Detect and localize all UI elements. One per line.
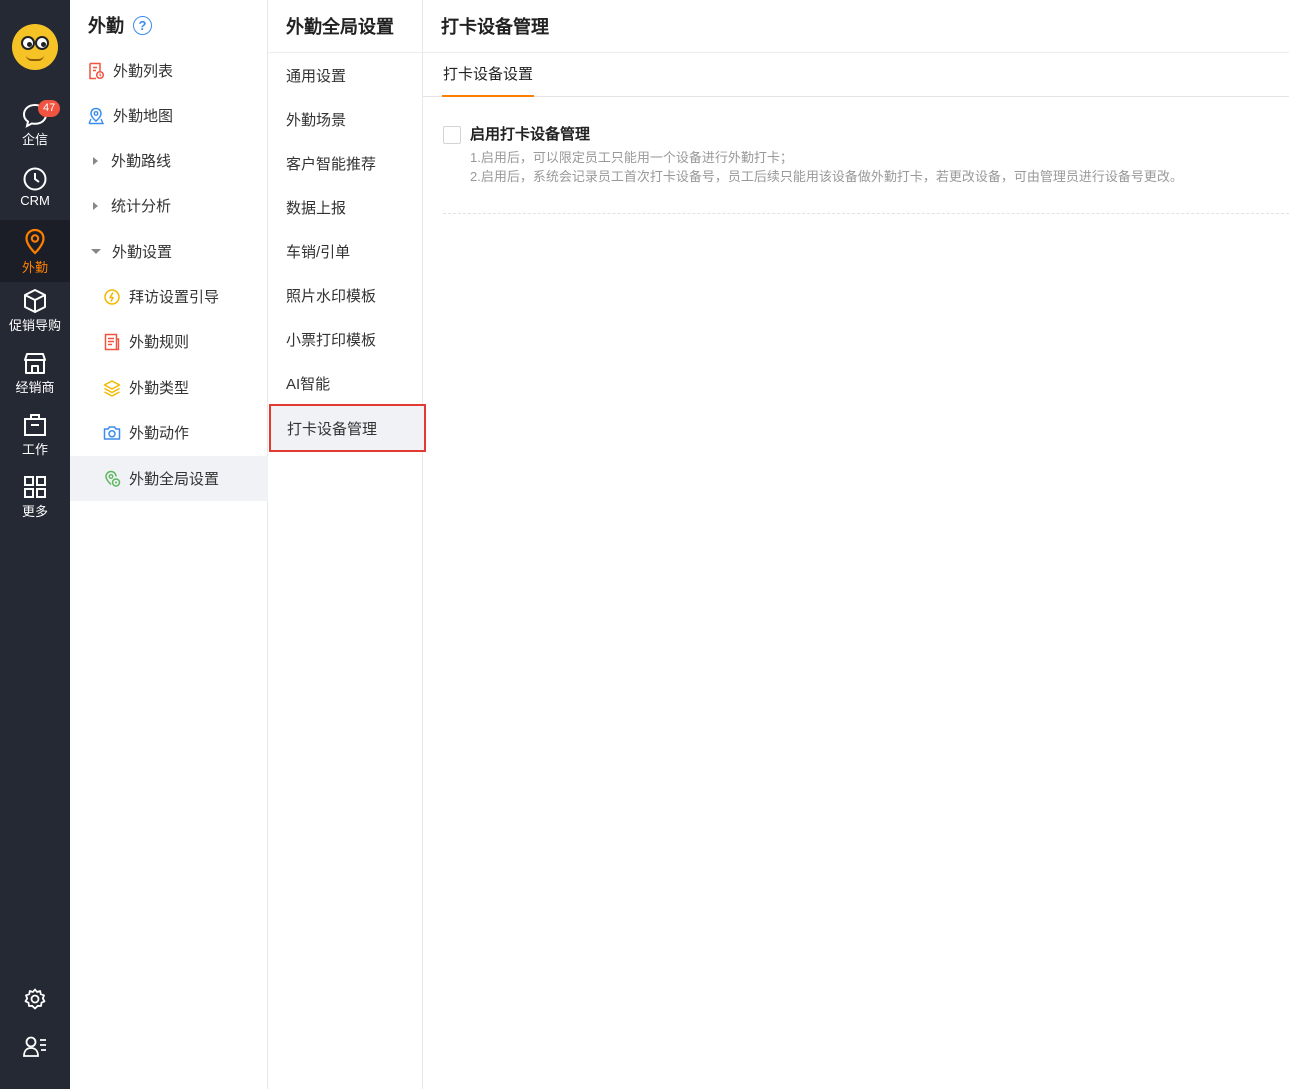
grid-icon: [0, 474, 70, 500]
store-icon: [0, 350, 70, 376]
nav-item-waiqin-route[interactable]: 外勤路线: [70, 138, 268, 183]
nav-item-label: 外勤规则: [129, 334, 190, 351]
map-pin-icon: [87, 107, 105, 125]
page-title: 打卡设备管理: [423, 0, 1289, 53]
rail-item-qixin[interactable]: 47 企信: [0, 100, 70, 164]
unread-badge: 47: [38, 100, 61, 117]
module-title-row: 外勤 ?: [70, 0, 267, 50]
nav-item-waiqin-types[interactable]: 外勤类型: [70, 365, 268, 410]
module-nav: 外勤 ? 外勤列表 外勤地图 外勤路线 统计分析 外勤设置 拜访设置引导 外勤规…: [70, 0, 268, 1089]
rail-item-label: 更多: [21, 504, 48, 519]
rail-item-work[interactable]: 工作: [0, 412, 70, 474]
rail-item-label: 工作: [21, 442, 48, 457]
nav-item-label: 统计分析: [111, 198, 172, 215]
tab-device-settings[interactable]: 打卡设备设置: [442, 53, 535, 97]
setting-desc-2: 2.启用后，系统会记录员工首次打卡设备号，员工后续只能用该设备做外勤打卡，若更改…: [470, 169, 1183, 184]
setting-title: 启用打卡设备管理: [470, 126, 591, 143]
nav-item-label: 外勤路线: [111, 153, 172, 170]
settings-item-scene[interactable]: 外勤场景: [268, 97, 423, 141]
layers-icon: [103, 379, 121, 397]
user-list-icon[interactable]: [0, 1035, 70, 1064]
rail-item-crm[interactable]: CRM: [0, 166, 70, 228]
settings-item-data-report[interactable]: 数据上报: [268, 185, 423, 229]
settings-gear-icon[interactable]: [0, 987, 70, 1016]
nav-item-label: 拜访设置引导: [129, 289, 220, 306]
nav-item-label: 外勤类型: [129, 380, 190, 397]
avatar-eye-left: [21, 36, 35, 50]
nav-item-label: 外勤列表: [113, 63, 174, 80]
rail-item-label: CRM: [20, 193, 50, 208]
list-doc-icon: [87, 62, 105, 80]
nav-item-waiqin-settings[interactable]: 外勤设置: [70, 229, 268, 274]
nav-item-waiqin-rules[interactable]: 外勤规则: [70, 319, 268, 364]
setting-desc-1: 1.启用后，可以限定员工只能用一个设备进行外勤打卡；: [470, 150, 793, 165]
enable-device-management-checkbox[interactable]: [443, 126, 461, 144]
module-title: 外勤: [88, 16, 124, 36]
camera-icon: [103, 424, 121, 442]
settings-item-general[interactable]: 通用设置: [268, 53, 423, 97]
rail-item-label: 企信: [21, 132, 48, 147]
rail-item-more[interactable]: 更多: [0, 474, 70, 536]
caret-right-icon: [93, 201, 98, 210]
nav-item-label: 外勤动作: [129, 425, 190, 442]
nav-item-label: 外勤设置: [112, 244, 173, 261]
rail-item-dealer[interactable]: 经销商: [0, 350, 70, 412]
lightbulb-icon: [103, 288, 121, 306]
box-icon: [0, 288, 70, 314]
settings-nav-title: 外勤全局设置: [268, 0, 422, 53]
settings-item-device-management[interactable]: 打卡设备管理: [269, 404, 426, 452]
nav-item-waiqin-map[interactable]: 外勤地图: [70, 93, 268, 138]
briefcase-icon: [0, 412, 70, 438]
settings-item-customer-recommend[interactable]: 客户智能推荐: [268, 141, 423, 185]
clock-icon: [0, 166, 70, 192]
nav-item-label: 外勤地图: [113, 108, 174, 125]
caret-down-icon: [91, 249, 101, 254]
rail-item-promo[interactable]: 促销导购: [0, 288, 70, 350]
main-panel: 打卡设备管理 打卡设备设置 启用打卡设备管理 1.启用后，可以限定员工只能用一个…: [423, 0, 1289, 1089]
nav-item-waiqin-list[interactable]: 外勤列表: [70, 48, 268, 93]
nav-item-waiqin-actions[interactable]: 外勤动作: [70, 410, 268, 455]
settings-item-ai[interactable]: AI智能: [268, 361, 423, 405]
nav-item-global-settings[interactable]: 外勤全局设置: [70, 456, 268, 501]
settings-item-watermark-template[interactable]: 照片水印模板: [268, 273, 423, 317]
rail-item-label: 促销导购: [8, 318, 61, 333]
tab-bar: 打卡设备设置: [423, 53, 1289, 97]
rail-item-waiqin[interactable]: 外勤: [0, 220, 70, 282]
settings-nav: 外勤全局设置 通用设置 外勤场景 客户智能推荐 数据上报 车销/引单 照片水印模…: [268, 0, 426, 1089]
avatar[interactable]: [12, 24, 58, 70]
rule-doc-icon: [103, 333, 121, 351]
nav-item-label: 外勤全局设置: [129, 471, 220, 488]
help-icon[interactable]: ?: [133, 15, 152, 35]
settings-item-car-sales[interactable]: 车销/引单: [268, 229, 423, 273]
app-rail: 47 企信 CRM 外勤 促销导购 经销商 工作 更多: [0, 0, 70, 1089]
avatar-mouth: [26, 55, 44, 61]
nav-item-visit-guide[interactable]: 拜访设置引导: [70, 274, 268, 319]
global-settings-icon: [103, 470, 121, 488]
rail-item-label: 经销商: [15, 380, 55, 395]
settings-item-receipt-template[interactable]: 小票打印模板: [268, 317, 423, 361]
rail-item-label: 外勤: [21, 260, 48, 275]
section-divider: [443, 213, 1289, 214]
caret-right-icon: [93, 156, 98, 165]
avatar-eye-right: [35, 36, 49, 50]
nav-item-statistics[interactable]: 统计分析: [70, 183, 268, 228]
location-pin-icon: [0, 228, 70, 256]
